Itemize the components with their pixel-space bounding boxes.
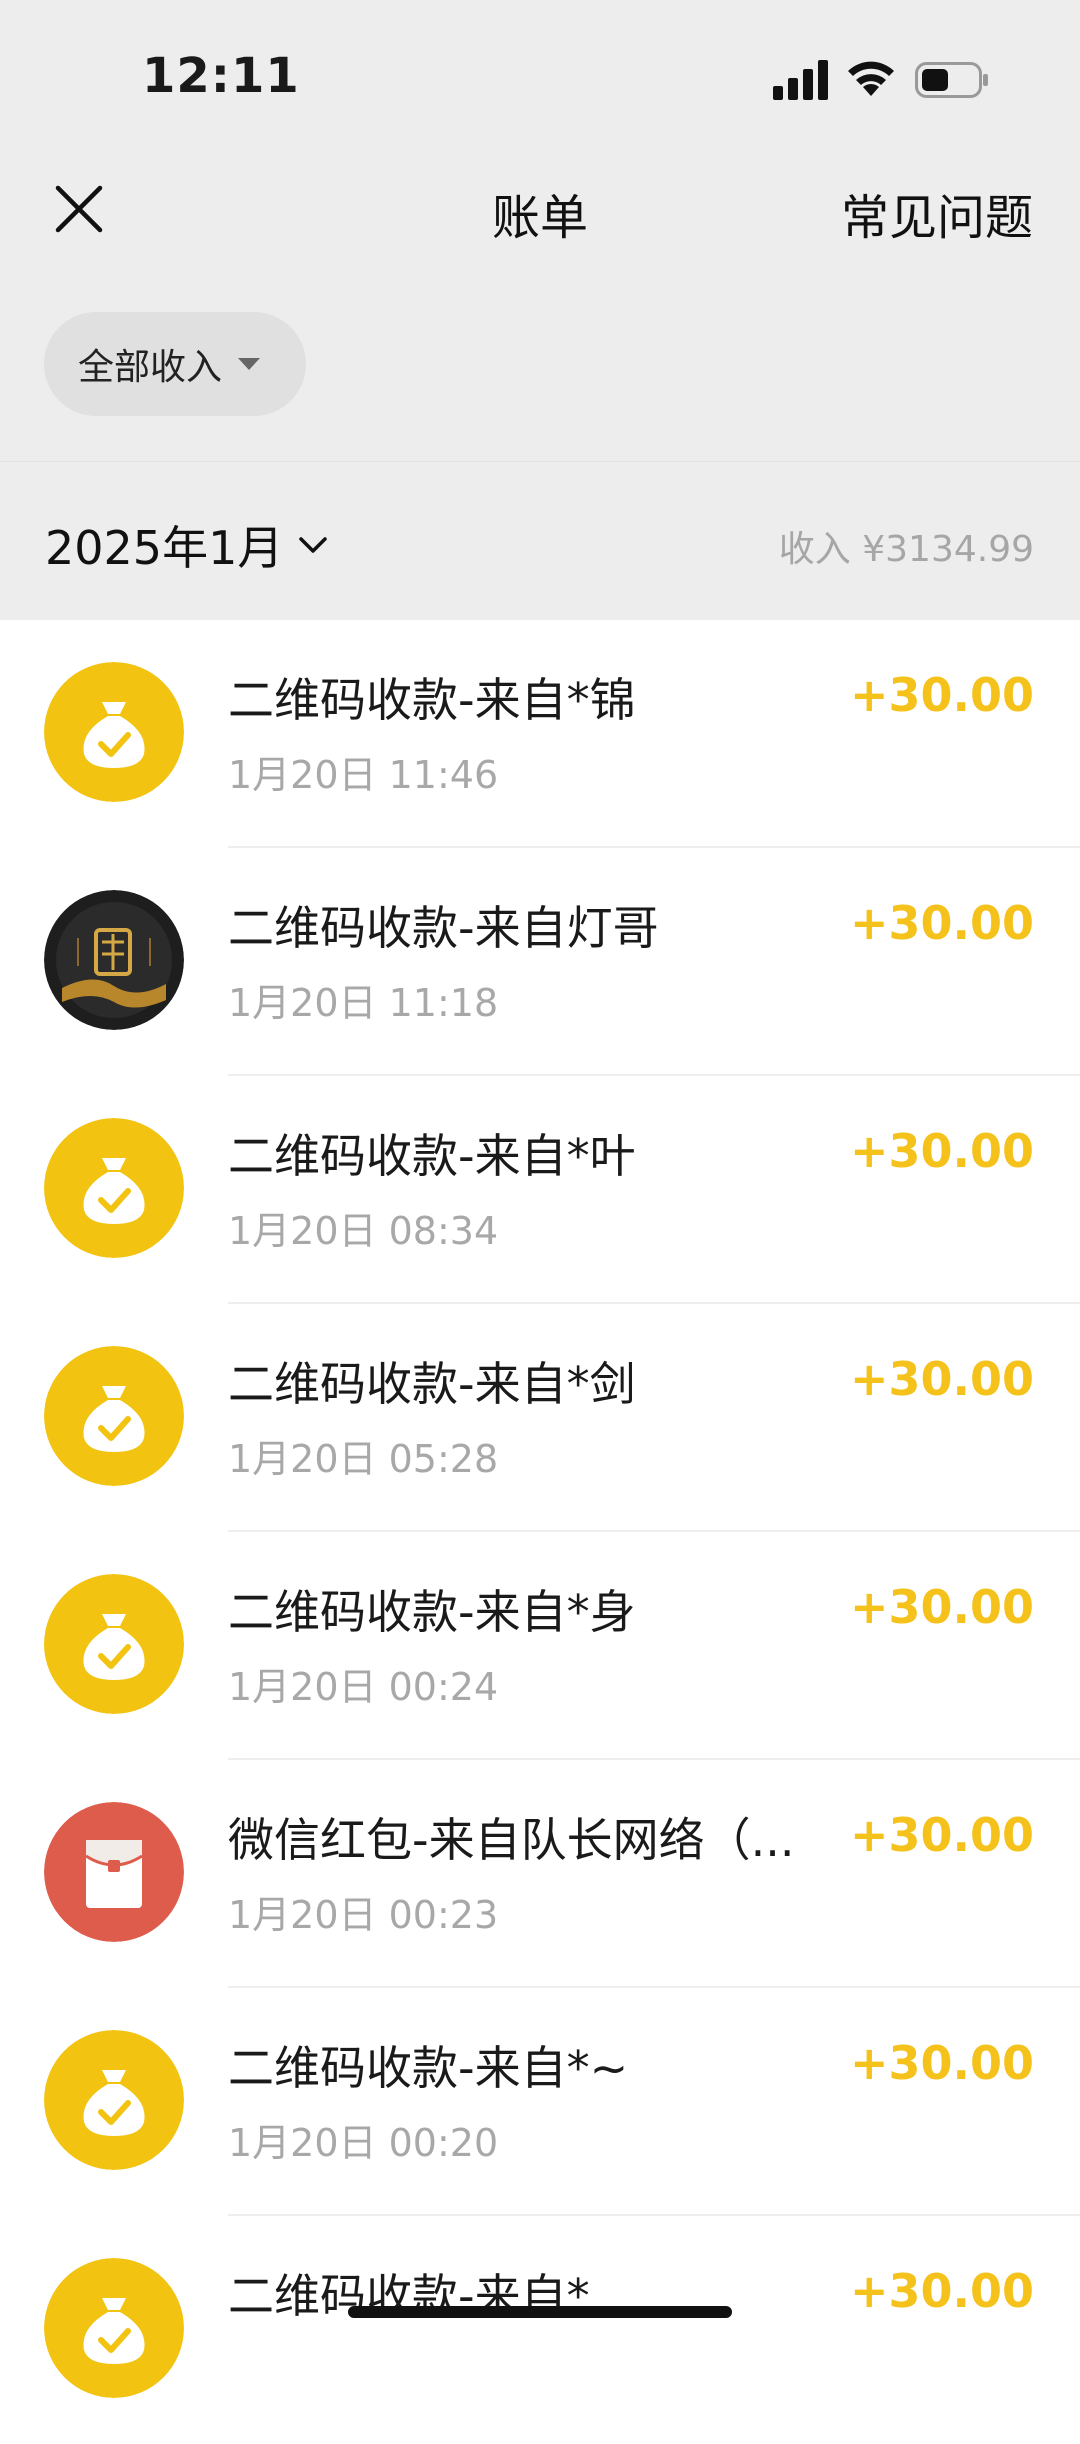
filter-label: 全部收入 <box>78 347 223 388</box>
transaction-time: 1月20日 11:46 <box>228 753 499 797</box>
money-bag-icon <box>44 1346 184 1486</box>
transaction-row[interactable]: 二维码收款-来自*剑 1月20日 05:28 +30.00 <box>0 1304 1080 1532</box>
status-bar: 12:11 <box>0 0 1080 160</box>
transaction-row[interactable]: 微信红包-来自队长网络（... 1月20日 00:23 +30.00 <box>0 1760 1080 1988</box>
transaction-time: 1月20日 00:24 <box>228 1665 499 1709</box>
month-selector[interactable]: 2025年1月 <box>45 512 329 578</box>
money-bag-icon <box>44 1118 184 1258</box>
transaction-title: 二维码收款-来自*锦 <box>228 673 636 727</box>
transaction-time: 1月20日 05:28 <box>228 1437 499 1481</box>
transaction-title: 二维码收款-来自*叶 <box>228 1129 636 1183</box>
transaction-amount: +30.00 <box>849 1352 1034 1406</box>
transaction-row[interactable]: 二维码收款-来自* +30.00 <box>0 2216 1080 2444</box>
transaction-time: 1月20日 00:23 <box>228 1893 499 1937</box>
transaction-list: 二维码收款-来自*锦 1月20日 11:46 +30.00 二维码收款-来自灯哥… <box>0 620 1080 2444</box>
money-bag-icon <box>44 2258 184 2398</box>
transaction-row[interactable]: 二维码收款-来自*~ 1月20日 00:20 +30.00 <box>0 1988 1080 2216</box>
transaction-title: 二维码收款-来自*剑 <box>228 1357 636 1411</box>
income-filter-dropdown[interactable]: 全部收入 <box>44 312 306 416</box>
transaction-time: 1月20日 08:34 <box>228 1209 499 1253</box>
month-header: 2025年1月 收入 ¥3134.99 <box>0 462 1080 620</box>
transaction-amount: +30.00 <box>849 896 1034 950</box>
money-bag-icon <box>44 1574 184 1714</box>
transaction-title: 二维码收款-来自*~ <box>228 2041 629 2095</box>
transaction-amount: +30.00 <box>849 2264 1034 2318</box>
money-bag-icon <box>44 2030 184 2170</box>
red-packet-icon <box>44 1802 184 1942</box>
transaction-amount: +30.00 <box>849 2036 1034 2090</box>
transaction-amount: +30.00 <box>849 668 1034 722</box>
transaction-time: 1月20日 11:18 <box>228 981 499 1025</box>
cellular-signal-icon <box>773 60 828 100</box>
monthly-income-total: 收入 ¥3134.99 <box>778 529 1034 570</box>
faq-link[interactable]: 常见问题 <box>841 178 1033 248</box>
transaction-title: 二维码收款-来自灯哥 <box>228 901 659 955</box>
home-indicator[interactable] <box>348 2306 732 2318</box>
transaction-row[interactable]: 二维码收款-来自*身 1月20日 00:24 +30.00 <box>0 1532 1080 1760</box>
transaction-amount: +30.00 <box>849 1808 1034 1862</box>
status-time: 12:11 <box>142 48 300 104</box>
transaction-title: 二维码收款-来自*身 <box>228 1585 636 1639</box>
transaction-amount: +30.00 <box>849 1124 1034 1178</box>
battery-icon <box>915 62 988 98</box>
transaction-title: 微信红包-来自队长网络（... <box>228 1813 795 1867</box>
chevron-down-icon <box>299 537 328 553</box>
nav-bar: 账单 常见问题 <box>0 160 1080 260</box>
caret-down-icon <box>238 358 261 370</box>
wifi-icon <box>848 61 894 96</box>
transaction-time: 1月20日 00:20 <box>228 2121 499 2165</box>
money-bag-icon <box>44 662 184 802</box>
transaction-row[interactable]: 二维码收款-来自*锦 1月20日 11:46 +30.00 <box>0 620 1080 848</box>
transaction-row[interactable]: 二维码收款-来自灯哥 1月20日 11:18 +30.00 <box>0 848 1080 1076</box>
transaction-amount: +30.00 <box>849 1580 1034 1634</box>
transaction-row[interactable]: 二维码收款-来自*叶 1月20日 08:34 +30.00 <box>0 1076 1080 1304</box>
user-avatar <box>44 890 184 1030</box>
month-label: 2025年1月 <box>45 521 284 575</box>
